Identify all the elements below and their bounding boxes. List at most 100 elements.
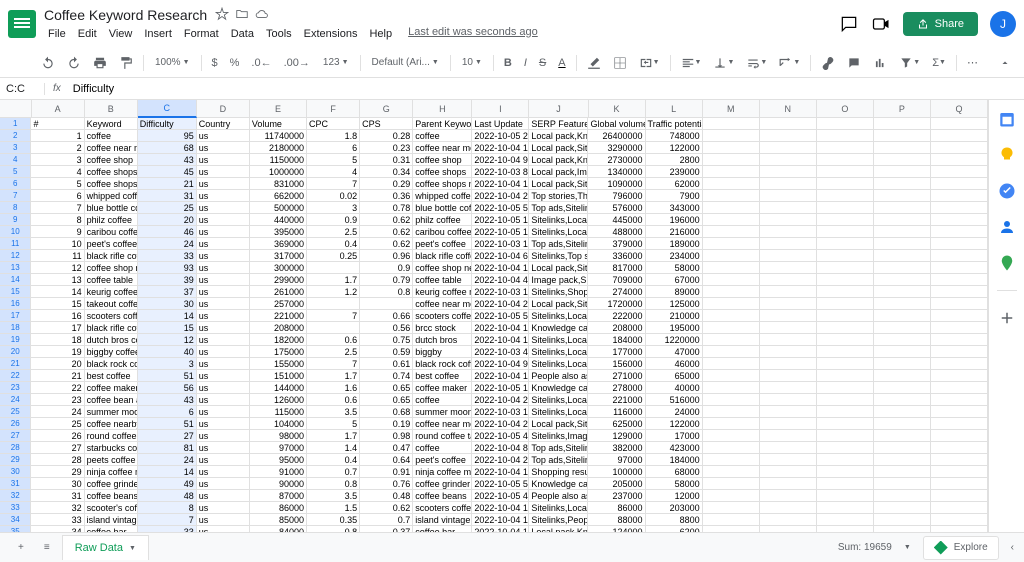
data-cell[interactable]: 14 [31, 286, 84, 298]
row-header[interactable]: 23 [0, 382, 31, 394]
data-cell[interactable]: 46 [138, 226, 197, 238]
functions-button[interactable]: Σ▼ [927, 54, 951, 72]
data-cell[interactable]: ninja coffee mak [85, 466, 138, 478]
data-cell[interactable]: 1150000 [250, 154, 307, 166]
strike-button[interactable]: S [534, 54, 551, 72]
data-cell[interactable]: island vintage co [85, 514, 138, 526]
data-cell[interactable]: 379000 [588, 238, 645, 250]
data-cell[interactable]: 261000 [250, 286, 307, 298]
data-cell[interactable]: 58000 [646, 262, 703, 274]
data-cell[interactable]: coffee shops [413, 166, 472, 178]
data-cell[interactable]: 20 [138, 214, 197, 226]
data-cell[interactable]: 48 [138, 490, 197, 502]
data-cell[interactable]: 90000 [250, 478, 307, 490]
data-cell[interactable]: 7900 [646, 190, 703, 202]
data-cell[interactable]: 234000 [646, 250, 703, 262]
data-cell[interactable]: Sitelinks,Local p [529, 334, 588, 346]
data-cell[interactable]: peet's coffee [413, 238, 472, 250]
data-cell[interactable]: 445000 [588, 214, 645, 226]
data-cell[interactable]: 2730000 [588, 154, 645, 166]
data-cell[interactable]: Shopping results [529, 466, 588, 478]
data-cell[interactable]: 0.37 [360, 526, 413, 532]
data-cell[interactable]: 47000 [646, 346, 703, 358]
data-cell[interactable]: Image pack,Sho [529, 274, 588, 286]
header-cell[interactable]: # [31, 118, 84, 130]
data-cell[interactable] [307, 262, 360, 274]
data-cell[interactable]: 27 [138, 430, 197, 442]
header-cell[interactable]: Country [197, 118, 250, 130]
column-header[interactable]: P [874, 100, 931, 118]
data-cell[interactable]: 709000 [588, 274, 645, 286]
column-header[interactable]: G [360, 100, 413, 118]
data-cell[interactable]: 3.5 [307, 490, 360, 502]
data-cell[interactable]: blue bottle coffee [413, 202, 472, 214]
menu-help[interactable]: Help [365, 26, 396, 42]
data-cell[interactable]: 0.59 [360, 346, 413, 358]
all-sheets-button[interactable]: ≡ [36, 538, 58, 557]
data-cell[interactable]: 17 [31, 322, 84, 334]
data-cell[interactable]: 97000 [250, 442, 307, 454]
data-cell[interactable]: 30 [31, 478, 84, 490]
row-header[interactable]: 34 [0, 514, 31, 526]
comment-icon[interactable] [839, 14, 859, 34]
data-cell[interactable]: 22 [31, 382, 84, 394]
data-cell[interactable]: us [197, 250, 250, 262]
data-cell[interactable]: best coffee [85, 370, 138, 382]
data-cell[interactable]: 210000 [646, 310, 703, 322]
data-cell[interactable]: 19 [31, 346, 84, 358]
data-cell[interactable]: 95000 [250, 454, 307, 466]
doc-title[interactable]: Coffee Keyword Research [44, 7, 207, 23]
data-cell[interactable]: 126000 [250, 394, 307, 406]
link-button[interactable] [816, 53, 840, 73]
number-format-dropdown[interactable]: 123▼ [317, 55, 355, 70]
data-cell[interactable]: 336000 [588, 250, 645, 262]
data-cell[interactable]: 796000 [588, 190, 645, 202]
header-cell[interactable]: Keyword [85, 118, 138, 130]
data-cell[interactable]: 1220000 [646, 334, 703, 346]
bold-button[interactable]: B [499, 54, 517, 72]
data-cell[interactable]: 86000 [588, 502, 645, 514]
valign-button[interactable]: ▼ [708, 53, 739, 73]
data-cell[interactable]: 1.2 [307, 286, 360, 298]
data-cell[interactable]: whipped coffee [413, 190, 472, 202]
data-cell[interactable]: coffee shop [85, 154, 138, 166]
data-cell[interactable]: coffee [413, 394, 472, 406]
menu-extensions[interactable]: Extensions [300, 26, 362, 42]
data-cell[interactable]: 0.35 [307, 514, 360, 526]
explore-button[interactable]: Explore [923, 536, 999, 560]
data-cell[interactable]: 25 [138, 202, 197, 214]
data-cell[interactable]: 831000 [250, 178, 307, 190]
data-cell[interactable]: Sitelinks,Local p [529, 214, 588, 226]
data-cell[interactable]: 2022-10-04 16:3 [472, 322, 529, 334]
data-cell[interactable]: People also ask, [529, 370, 588, 382]
data-cell[interactable]: coffee bean and [85, 394, 138, 406]
data-cell[interactable]: 26 [31, 430, 84, 442]
more-button[interactable]: ⋯ [962, 53, 983, 72]
data-cell[interactable]: 0.98 [360, 430, 413, 442]
data-cell[interactable]: caribou coffee [85, 226, 138, 238]
data-cell[interactable]: coffee table [85, 274, 138, 286]
keep-icon[interactable] [998, 146, 1016, 164]
data-cell[interactable]: 33 [31, 514, 84, 526]
share-button[interactable]: Share [903, 12, 978, 36]
data-cell[interactable]: biggby coffee [85, 346, 138, 358]
data-cell[interactable]: 0.6 [307, 334, 360, 346]
data-cell[interactable]: 2022-10-04 6:42 [472, 250, 529, 262]
data-cell[interactable]: 144000 [250, 382, 307, 394]
data-cell[interactable]: 58000 [646, 478, 703, 490]
data-cell[interactable]: 8 [31, 214, 84, 226]
data-cell[interactable]: 2022-10-04 19:2 [472, 142, 529, 154]
data-cell[interactable]: 40000 [646, 382, 703, 394]
data-cell[interactable]: 2022-10-04 21:4 [472, 298, 529, 310]
data-cell[interactable]: 8 [138, 502, 197, 514]
data-cell[interactable]: 2180000 [250, 142, 307, 154]
data-cell[interactable]: 0.74 [360, 370, 413, 382]
data-cell[interactable]: us [197, 310, 250, 322]
data-cell[interactable]: 87000 [250, 490, 307, 502]
data-cell[interactable]: Sitelinks,Local p [529, 406, 588, 418]
data-cell[interactable]: 0.91 [360, 466, 413, 478]
row-header[interactable]: 19 [0, 334, 31, 346]
data-cell[interactable]: 2022-10-04 23:3 [472, 454, 529, 466]
data-cell[interactable]: Local pack,Siteli [529, 262, 588, 274]
data-cell[interactable]: coffee shops nea [413, 178, 472, 190]
